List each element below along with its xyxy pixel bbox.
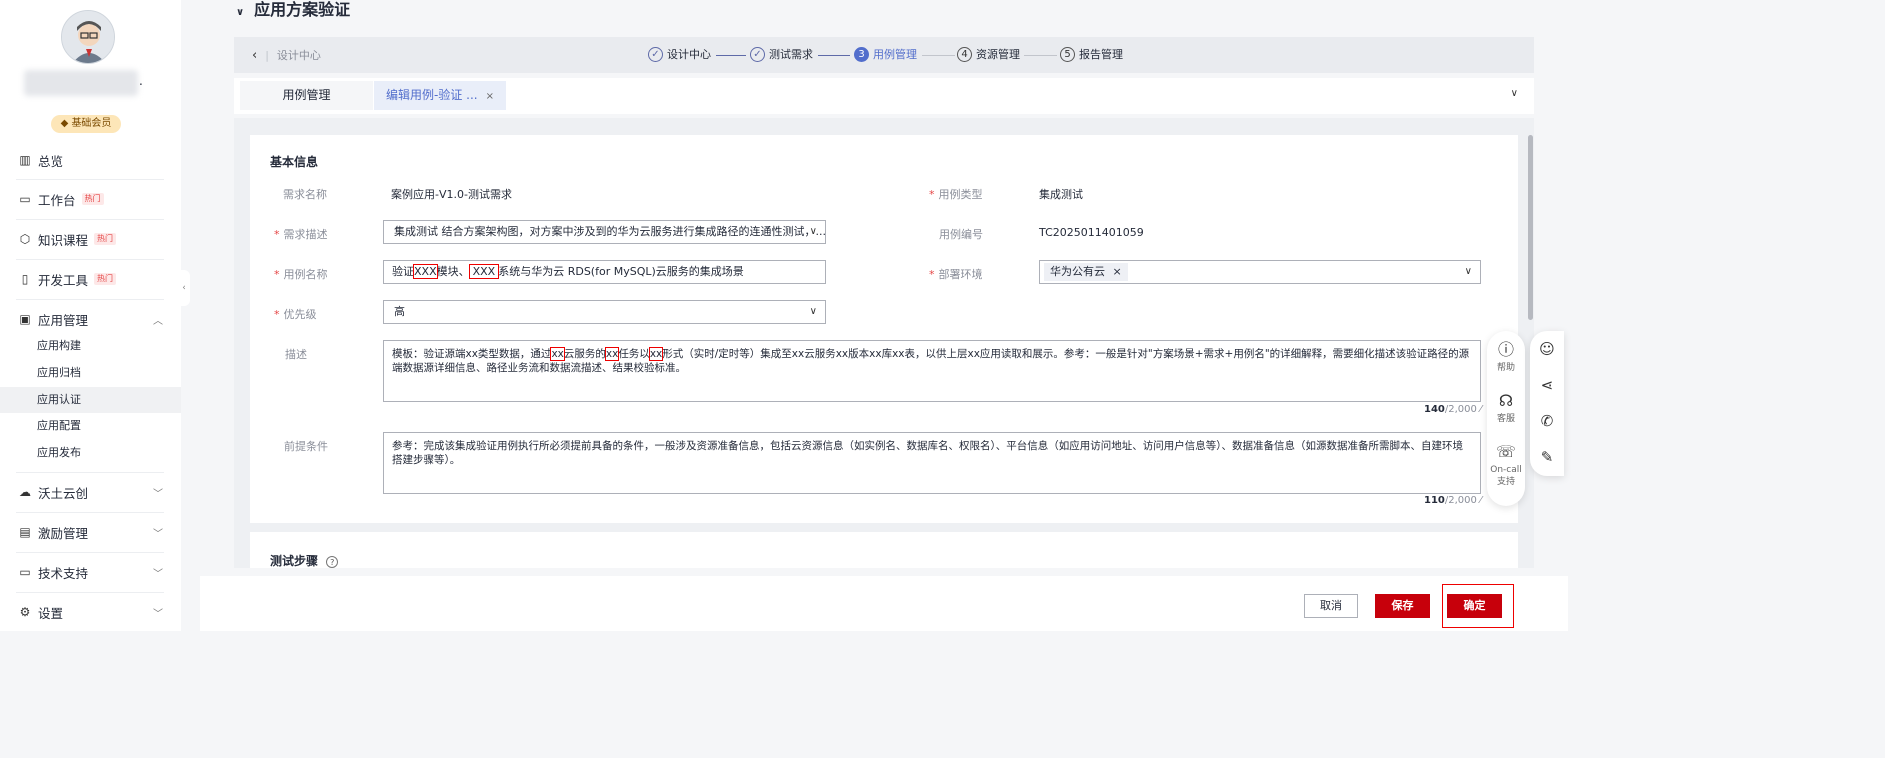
gear-icon: ⚙ bbox=[19, 605, 31, 619]
hot-badge: 热门 bbox=[94, 233, 117, 245]
cube-icon: ⬡ bbox=[19, 232, 31, 246]
help-circle-icon: ⓘ bbox=[1497, 340, 1514, 359]
value-case-no: TC2025011401059 bbox=[1039, 226, 1144, 239]
tab-bar: 用例管理 编辑用例-验证 ... × ∨ bbox=[234, 78, 1534, 114]
pre-char-counter: 110/2,000 ⁄ bbox=[1424, 495, 1482, 506]
chevron-down-icon: ∨ bbox=[1464, 266, 1472, 277]
deploy-env-select[interactable]: 华为公有云 × ∨ bbox=[1039, 260, 1481, 284]
label-case-type: * 用例类型 bbox=[929, 188, 983, 201]
save-button[interactable]: 保存 bbox=[1375, 594, 1430, 618]
nav-courses[interactable]: ⬡ 知识课程 热门 bbox=[0, 219, 181, 259]
back-link[interactable]: ‹ | 设计中心 bbox=[252, 47, 321, 63]
check-icon: ✓ bbox=[648, 46, 663, 62]
tab-case-management[interactable]: 用例管理 bbox=[240, 81, 373, 110]
chevron-down-icon: ﹀ bbox=[153, 488, 163, 500]
chevron-down-icon: ﹀ bbox=[153, 608, 163, 620]
nav-incentive[interactable]: ▤ 激励管理 ﹀ bbox=[0, 512, 181, 552]
float-side-tools: ☺ ⋖ ✆ ✎ bbox=[1530, 331, 1564, 476]
sidebar: . ◆ 基础会员 ▥ 总览 ▭ 工作台 热门 ⬡ 知识课程 热门 ▯ 开发工具 热门 ▣ 应用管… bbox=[0, 0, 181, 631]
chevron-down-icon: ﹀ bbox=[153, 528, 163, 540]
sidebar-collapse-handle[interactable]: ‹ bbox=[178, 270, 190, 306]
oncall-support-button[interactable]: ☏ On-call 支持 bbox=[1487, 443, 1525, 488]
chevron-down-icon: ∨ bbox=[809, 306, 817, 317]
label-precondition: 前提条件 bbox=[284, 440, 328, 453]
cloud-icon: ☁ bbox=[19, 485, 31, 499]
sub-app-certify[interactable]: 应用认证 bbox=[0, 387, 181, 413]
customer-service-button[interactable]: ☊ 客服 bbox=[1487, 392, 1525, 425]
phone-tool-icon: ▯ bbox=[21, 272, 29, 286]
confirm-highlight-frame bbox=[1442, 584, 1514, 628]
label-case-name: * 用例名称 bbox=[274, 268, 328, 281]
hot-badge: 热门 bbox=[94, 273, 117, 285]
test-steps-card: 测试步骤 ? bbox=[250, 532, 1518, 568]
req-desc-select[interactable]: 集成测试 结合方案架构图，对方案中涉及到的华为云服务进行集成路径的连通性测试，.… bbox=[383, 220, 826, 244]
priority-select[interactable]: 高 ∨ bbox=[383, 300, 826, 324]
nav-devtools[interactable]: ▯ 开发工具 热门 bbox=[0, 259, 181, 299]
hot-badge: 热门 bbox=[81, 193, 104, 205]
tab-edit-case[interactable]: 编辑用例-验证 ... × bbox=[374, 81, 506, 110]
scrollbar[interactable] bbox=[1528, 135, 1533, 320]
sub-app-archive[interactable]: 应用归档 bbox=[0, 360, 181, 386]
sub-app-config[interactable]: 应用配置 bbox=[0, 413, 181, 439]
feedback-icon[interactable]: ✎ bbox=[1530, 448, 1564, 466]
chevron-down-icon: ﹀ bbox=[153, 568, 163, 580]
member-badge: ◆ 基础会员 bbox=[51, 115, 121, 133]
section-title-test-steps: 测试步骤 ? bbox=[270, 552, 339, 568]
cancel-button[interactable]: 取消 bbox=[1304, 594, 1358, 618]
label-desc: 描述 bbox=[285, 348, 307, 361]
env-chip: 华为公有云 × bbox=[1044, 263, 1128, 281]
step-report-management[interactable]: 5 报告管理 bbox=[1060, 46, 1123, 62]
close-icon[interactable]: × bbox=[1113, 265, 1122, 278]
avatar[interactable] bbox=[61, 10, 115, 64]
case-name-input[interactable]: 验证XXX模块、 XXX 系统与华为云 RDS(for MySQL)云服务的集成场景 bbox=[383, 260, 826, 284]
chevron-down-icon: ∨ bbox=[809, 226, 817, 237]
app-manage-icon: ▣ bbox=[19, 312, 31, 326]
nav-workbench[interactable]: ▭ 工作台 热门 bbox=[0, 179, 181, 219]
step-test-requirements[interactable]: ✓ 测试需求 bbox=[750, 46, 813, 62]
step-design-center[interactable]: ✓ 设计中心 bbox=[648, 46, 711, 62]
label-case-no: 用例编号 bbox=[939, 228, 983, 241]
phone-icon[interactable]: ✆ bbox=[1530, 412, 1564, 430]
chevron-down-icon[interactable]: ∨ bbox=[1511, 88, 1518, 99]
desc-char-counter: 140/2,000 ⁄ bbox=[1424, 404, 1482, 415]
monitor-icon: ▭ bbox=[19, 192, 31, 206]
phone-icon: ☏ bbox=[1495, 442, 1516, 461]
share-icon[interactable]: ⋖ bbox=[1530, 376, 1564, 394]
page-title: ∨ 应用方案验证 bbox=[236, 0, 351, 19]
support-icon: ▭ bbox=[19, 565, 31, 579]
section-title-basic-info: 基本信息 bbox=[270, 155, 319, 169]
nav-tech-support[interactable]: ▭ 技术支持 ﹀ bbox=[0, 552, 181, 592]
precondition-textarea[interactable]: 参考：完成该集成验证用例执行所必须提前具备的条件，一般涉及资源准备信息，包括云资… bbox=[383, 432, 1481, 494]
help-button[interactable]: ⓘ 帮助 bbox=[1487, 341, 1525, 374]
gift-icon: ▤ bbox=[19, 525, 31, 539]
footer-bar bbox=[200, 576, 1568, 631]
label-req-name: 需求名称 bbox=[283, 188, 327, 201]
chevron-down-icon[interactable]: ∨ bbox=[236, 7, 244, 18]
smile-icon[interactable]: ☺ bbox=[1530, 340, 1564, 358]
value-req-name: 案例应用-V1.0-测试需求 bbox=[391, 188, 512, 201]
label-req-desc: * 需求描述 bbox=[274, 228, 328, 241]
help-circle-icon[interactable]: ? bbox=[326, 556, 339, 568]
nav-wotu-cloud[interactable]: ☁ 沃土云创 ﹀ bbox=[0, 472, 181, 512]
chevron-up-icon: ︿ bbox=[153, 315, 163, 327]
value-case-type: 集成测试 bbox=[1039, 188, 1083, 201]
step-bar: ‹ | 设计中心 ✓ 设计中心 ✓ 测试需求 3 用例管理 4 资源管理 5 报告管理 bbox=[234, 37, 1534, 73]
float-help-panel: ⓘ 帮助 ☊ 客服 ☏ On-call 支持 bbox=[1487, 331, 1525, 506]
desc-textarea[interactable]: 模板：验证源端xx类型数据，通过xx云服务的xx任务以xx形式（实时/定时等）集… bbox=[383, 340, 1481, 402]
chevron-left-icon: ‹ bbox=[252, 47, 258, 63]
close-icon[interactable]: × bbox=[486, 91, 494, 102]
nav-settings[interactable]: ⚙ 设置 ﹀ bbox=[0, 592, 181, 632]
sub-app-build[interactable]: 应用构建 bbox=[0, 333, 181, 359]
chart-icon: ▥ bbox=[19, 153, 31, 167]
label-deploy-env: * 部署环境 bbox=[929, 268, 983, 281]
username-blurred bbox=[24, 70, 138, 96]
headset-icon: ☊ bbox=[1498, 391, 1514, 410]
sub-app-release[interactable]: 应用发布 bbox=[0, 440, 181, 466]
check-icon: ✓ bbox=[750, 46, 765, 62]
username-suffix: . bbox=[139, 74, 143, 88]
step-resource-management[interactable]: 4 资源管理 bbox=[957, 46, 1020, 62]
nav-overview[interactable]: ▥ 总览 bbox=[0, 140, 181, 180]
label-priority: * 优先级 bbox=[274, 308, 317, 321]
step-case-management[interactable]: 3 用例管理 bbox=[854, 46, 917, 62]
